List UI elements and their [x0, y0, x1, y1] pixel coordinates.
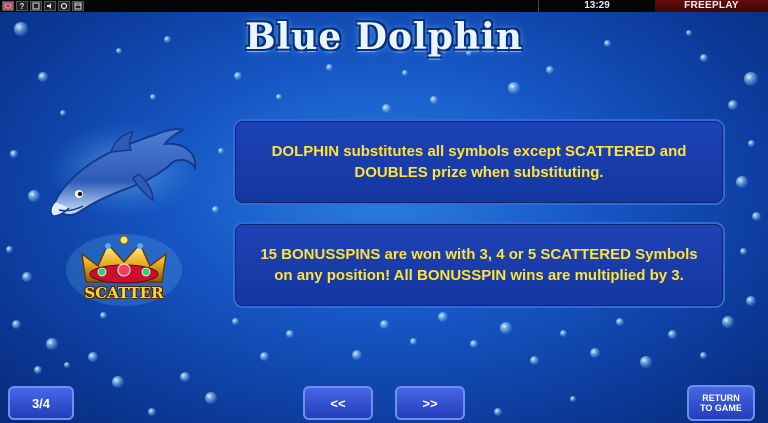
bubble: [12, 320, 21, 329]
bubble: [494, 408, 502, 416]
scatter-label: SCATTER: [84, 284, 164, 302]
fullscreen-icon[interactable]: [30, 1, 42, 11]
bubble: [748, 140, 755, 147]
bubble: [752, 212, 761, 221]
bubble: [728, 100, 738, 110]
bubble: [22, 272, 32, 282]
settings-icon[interactable]: [58, 1, 70, 11]
dolphin-symbol: [45, 120, 205, 220]
bubble: [180, 372, 190, 382]
bubble: [148, 408, 156, 416]
bubble: [286, 330, 294, 338]
help-glyph: ?: [19, 1, 25, 11]
bubble: [736, 176, 748, 188]
bubble: [746, 296, 756, 306]
bubble: [352, 350, 362, 360]
dolphin-rule-box: DOLPHIN substitutes all symbols except S…: [233, 119, 725, 205]
scatter-rule-text: 15 BONUSSPINS are won with 3, 4 or 5 SCA…: [260, 246, 698, 284]
bubble: [28, 190, 40, 202]
bubble: [46, 338, 58, 350]
dolphin-rule-text: DOLPHIN substitutes all symbols except S…: [271, 143, 687, 181]
page-indicator-label: 3/4: [31, 395, 51, 411]
scatter-symbol: SCATTER: [62, 232, 186, 308]
bubble: [438, 312, 448, 322]
bubble: [380, 320, 389, 329]
return-label-line2: TO GAME: [700, 403, 742, 413]
bubble: [402, 70, 408, 76]
bubble: [740, 248, 747, 255]
previous-page-label: <<: [330, 395, 346, 411]
next-page-button[interactable]: >>: [395, 386, 465, 420]
bubble: [668, 330, 677, 339]
sound-icon[interactable]: [44, 1, 56, 11]
dolphin-icon: [47, 122, 203, 218]
bubble: [112, 376, 124, 388]
flag-icon[interactable]: [2, 1, 14, 11]
bubble: [382, 104, 391, 113]
bubble: [560, 330, 567, 337]
bubble: [260, 352, 269, 361]
freeplay-badge: FREEPLAY: [655, 0, 768, 12]
window-icon[interactable]: [72, 1, 84, 11]
bubble: [218, 148, 224, 154]
bubble: [38, 72, 48, 82]
bubble: [470, 340, 478, 348]
bubble: [546, 66, 554, 74]
bubble: [232, 318, 239, 325]
bubble: [34, 366, 42, 374]
bubble: [508, 82, 520, 94]
next-page-label: >>: [422, 395, 438, 411]
bubble: [640, 356, 652, 368]
bubble: [150, 94, 156, 100]
bubble: [500, 322, 512, 334]
bubble: [276, 94, 282, 100]
bubble: [410, 338, 417, 345]
bubble: [10, 150, 18, 158]
game-title: Blue Dolphin: [245, 16, 523, 58]
bubble: [88, 352, 98, 362]
bubble: [212, 206, 219, 213]
help-icon[interactable]: ?: [16, 1, 28, 11]
bubble: [570, 396, 576, 402]
top-status-bar: ? 13:29 FREEPLAY: [0, 0, 768, 12]
scatter-rule-box: 15 BONUSSPINS are won with 3, 4 or 5 SCA…: [233, 222, 725, 308]
bubble: [60, 110, 66, 116]
previous-page-button[interactable]: <<: [303, 386, 373, 420]
return-label-line1: RETURN: [702, 393, 740, 403]
toolbar-icons: ?: [2, 0, 84, 12]
bubble: [616, 318, 624, 326]
return-to-game-button[interactable]: RETURN TO GAME: [687, 385, 755, 421]
clock: 13:29: [538, 0, 655, 12]
bubble: [100, 312, 107, 319]
bubble: [722, 316, 734, 328]
bubble: [430, 96, 438, 104]
bubble: [590, 348, 600, 358]
bubble: [326, 64, 333, 71]
bubble: [234, 72, 242, 80]
bubble: [700, 352, 707, 359]
bubble: [64, 362, 70, 368]
bubble: [6, 246, 13, 253]
page-indicator: 3/4: [8, 386, 74, 420]
bubble: [744, 72, 758, 86]
bubble: [205, 392, 217, 404]
bubble: [530, 356, 539, 365]
